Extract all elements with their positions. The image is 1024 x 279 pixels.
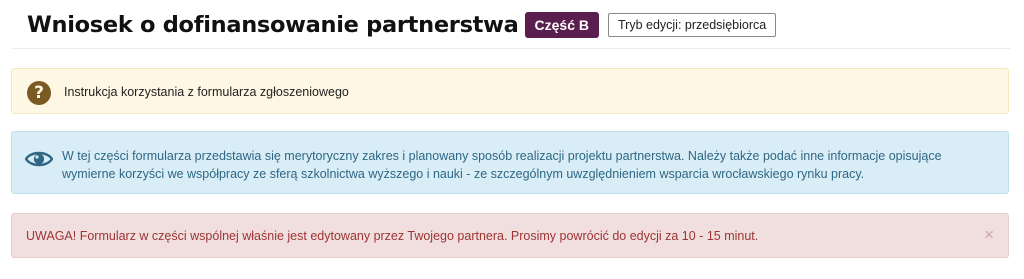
info-text-line-2: wymierne korzyści we współpracy ze sferą… [62, 167, 865, 181]
header-divider [12, 48, 1010, 49]
part-badge: Część B [524, 12, 599, 38]
question-circle-icon: ? [27, 81, 51, 105]
instructions-link[interactable]: Instrukcja korzystania z formularza zgło… [64, 84, 349, 100]
warning-text: UWAGA! Formularz w części wspólnej właśn… [26, 229, 759, 243]
page-title: Wniosek o dofinansowanie partnerstwa [27, 12, 519, 38]
close-icon[interactable]: × [984, 226, 994, 244]
info-alert: W tej części formularza przedstawia się … [11, 131, 1009, 194]
edit-mode-badge: Tryb edycji: przedsiębiorca [607, 13, 777, 37]
info-text-line-1: W tej części formularza przedstawia się … [62, 149, 942, 163]
eye-icon [25, 151, 53, 167]
info-text: W tej części formularza przedstawia się … [62, 147, 988, 183]
warning-alert: UWAGA! Formularz w części wspólnej właśn… [11, 213, 1009, 258]
page-header: Wniosek o dofinansowanie partnerstwa Czę… [27, 6, 1010, 44]
instructions-alert[interactable]: ? Instrukcja korzystania z formularza zg… [11, 68, 1009, 114]
